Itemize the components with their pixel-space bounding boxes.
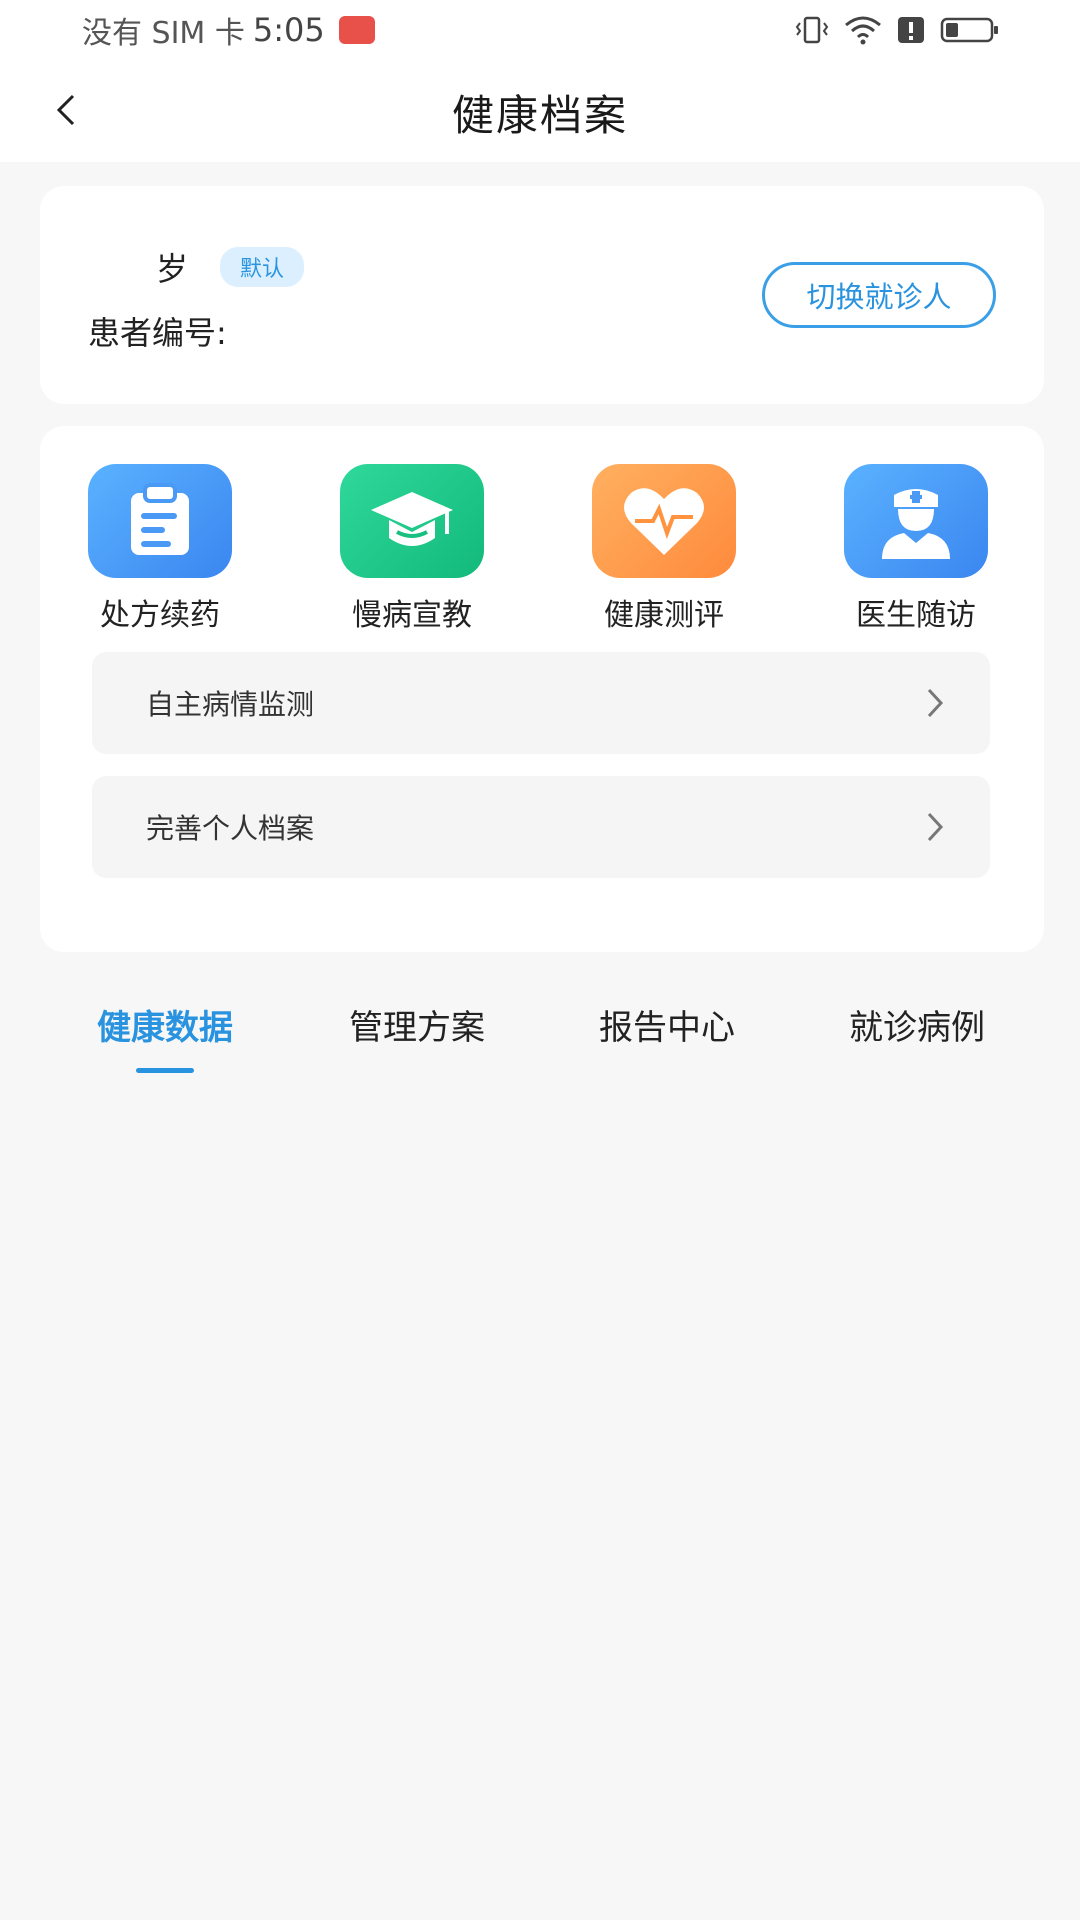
- list-item-label: 自主病情监测: [146, 688, 315, 721]
- tab-management-plan[interactable]: 管理方案: [312, 1000, 522, 1049]
- patient-card: 岁 默认 患者编号: 切换就诊人: [40, 186, 1044, 404]
- status-bar: 没有 SIM 卡 5:05: [0, 0, 1080, 60]
- tab-bar: 健康数据 管理方案 报告中心 就诊病例: [40, 1000, 1044, 1080]
- doctor-icon: [844, 464, 988, 578]
- chevron-right-icon: [927, 812, 944, 842]
- age-row: 岁 默认: [156, 244, 305, 290]
- status-time: 5:05: [252, 11, 325, 49]
- status-left: 没有 SIM 卡 5:05: [82, 8, 375, 52]
- graduation-cap-icon: [340, 464, 484, 578]
- service-label: 慢病宣教: [352, 598, 472, 633]
- battery-icon: [940, 17, 998, 43]
- switch-patient-button[interactable]: 切换就诊人: [762, 262, 996, 328]
- alert-icon: [898, 17, 924, 43]
- chevron-right-icon: [927, 688, 944, 718]
- services-card: 处方续药 慢病宣教 健康测评 医生随访 自主病情监测 完善个人档案: [40, 426, 1044, 952]
- service-label: 医生随访: [856, 598, 976, 633]
- service-label: 处方续药: [100, 598, 220, 633]
- tab-visit-records[interactable]: 就诊病例: [812, 1000, 1022, 1049]
- service-prescription-refill[interactable]: 处方续药: [70, 464, 250, 634]
- service-health-assessment[interactable]: 健康测评: [574, 464, 754, 634]
- service-chronic-education[interactable]: 慢病宣教: [322, 464, 502, 634]
- patient-age: 岁: [156, 250, 189, 288]
- patient-id-label: 患者编号:: [88, 314, 227, 352]
- tab-report-center[interactable]: 报告中心: [562, 1000, 772, 1049]
- clipboard-icon: [88, 464, 232, 578]
- wifi-icon: [845, 16, 881, 45]
- heart-pulse-icon: [592, 464, 736, 578]
- tab-health-data[interactable]: 健康数据: [60, 1000, 270, 1049]
- status-right: [794, 12, 1000, 48]
- carrier-text: 没有 SIM 卡: [82, 16, 245, 51]
- list-item-self-monitoring[interactable]: 自主病情监测: [92, 652, 990, 754]
- active-tab-indicator: [136, 1068, 194, 1073]
- vibrate-icon: [795, 16, 829, 44]
- app-notification-icon: [338, 16, 375, 44]
- list-item-complete-profile[interactable]: 完善个人档案: [92, 776, 990, 878]
- list-item-label: 完善个人档案: [146, 812, 315, 845]
- service-label: 健康测评: [604, 598, 724, 633]
- services-row: 处方续药 慢病宣教 健康测评 医生随访: [40, 464, 1044, 634]
- page-title: 健康档案: [451, 91, 628, 140]
- service-doctor-followup[interactable]: 医生随访: [826, 464, 1006, 634]
- default-badge: 默认: [220, 247, 305, 287]
- nav-bar: 健康档案: [0, 60, 1080, 162]
